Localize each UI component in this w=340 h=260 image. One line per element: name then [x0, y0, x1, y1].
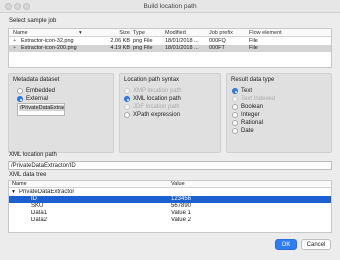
tree-header: Name Value [9, 181, 331, 188]
column-header-job-prefix[interactable]: Job prefix [209, 29, 233, 37]
row-type: png File [133, 45, 153, 51]
tree-row-selected[interactable]: ID 123456 [9, 196, 331, 203]
disclosure-triangle-icon[interactable]: ▼ [11, 189, 16, 196]
row-prefix: 000FT [209, 45, 225, 51]
dataset-list[interactable]: /PrivateDataExtractor [17, 103, 65, 116]
xml-location-label: XML location path [9, 152, 57, 158]
tree-node-name: ID [31, 196, 37, 202]
column-header-size[interactable]: Size [109, 29, 130, 37]
sample-job-label: Select sample job [9, 18, 57, 24]
row-size: 4.19 KB [110, 45, 130, 51]
ok-button[interactable]: OK [275, 239, 297, 250]
tree-node-value: Value 1 [171, 210, 191, 216]
metadata-dataset-panel: Metadata dataset Embedded External /Priv… [8, 73, 114, 153]
column-header-modified[interactable]: Modified [165, 29, 186, 37]
tree-row[interactable]: Data1 Value 1 [9, 210, 331, 217]
result-type-label: Result data type [231, 77, 275, 83]
row-type: png File [133, 38, 153, 44]
location-syntax-label: Location path syntax [124, 77, 180, 83]
row-name: Extractor-icon-200.png [21, 45, 77, 51]
row-prefix: 000FQ [209, 38, 226, 44]
row-modified: 18/01/2018 ... [165, 45, 199, 51]
xml-location-field[interactable]: /PrivateDataExtractor/ID [8, 161, 332, 170]
table-row[interactable]: + Extractor-icon-32.png 2.06 KB png File… [9, 38, 331, 45]
tree-row[interactable]: SKU 567890 [9, 203, 331, 210]
expand-plus-icon[interactable]: + [13, 38, 16, 45]
title-bar: Build location path [0, 0, 340, 13]
cancel-button[interactable]: Cancel [301, 239, 331, 250]
tree-node-value: 123456 [171, 196, 192, 202]
radio-indicator-selected[interactable] [17, 96, 23, 102]
tree-row[interactable]: Data2 Value 2 [9, 217, 331, 224]
table-row-selected[interactable]: + Extractor-icon-200.png 4.19 KB png Fil… [9, 45, 331, 52]
tree-node-name: SKU [31, 203, 44, 209]
tree-node-name: PrivateDataExtractor [19, 189, 75, 195]
list-item[interactable]: /PrivateDataExtractor [19, 105, 64, 111]
column-header-value[interactable]: Value [171, 181, 185, 188]
tree-row-root[interactable]: ▼ PrivateDataExtractor [9, 189, 331, 196]
table-header: Name ▾ Size Type Modified Job prefix Flo… [9, 29, 331, 37]
row-name: Extractor-icon-32.png [21, 38, 74, 44]
row-modified: 18/01/2018 ... [165, 38, 199, 44]
xml-tree-label: XML data tree [9, 172, 47, 178]
tree-node-name: Data1 [31, 210, 48, 216]
column-header-name[interactable]: Name [12, 181, 27, 188]
row-flow: File [249, 45, 258, 51]
tree-node-value: 567890 [171, 203, 192, 209]
result-type-panel: Result data type Text Text Indexed Boole… [226, 73, 332, 153]
window-title: Build location path [143, 3, 197, 10]
sort-chevron-icon[interactable]: ▾ [79, 29, 82, 37]
expand-plus-icon[interactable]: + [13, 45, 16, 52]
row-size: 2.06 KB [110, 38, 130, 44]
tree-node-value: Value 2 [171, 217, 191, 223]
row-flow: File [249, 38, 258, 44]
column-header-type[interactable]: Type [133, 29, 145, 37]
xml-data-tree[interactable]: Name Value ▼ PrivateDataExtractor ID 123… [8, 180, 332, 233]
metadata-dataset-label: Metadata dataset [13, 77, 60, 83]
column-header-flow-element[interactable]: Flow element [249, 29, 282, 37]
sample-job-table[interactable]: Name ▾ Size Type Modified Job prefix Flo… [8, 28, 332, 68]
radio-indicator[interactable] [17, 88, 23, 94]
tree-node-name: Data2 [31, 217, 48, 223]
column-header-name[interactable]: Name [13, 29, 28, 37]
location-syntax-panel: Location path syntax XMP location path X… [119, 73, 221, 153]
